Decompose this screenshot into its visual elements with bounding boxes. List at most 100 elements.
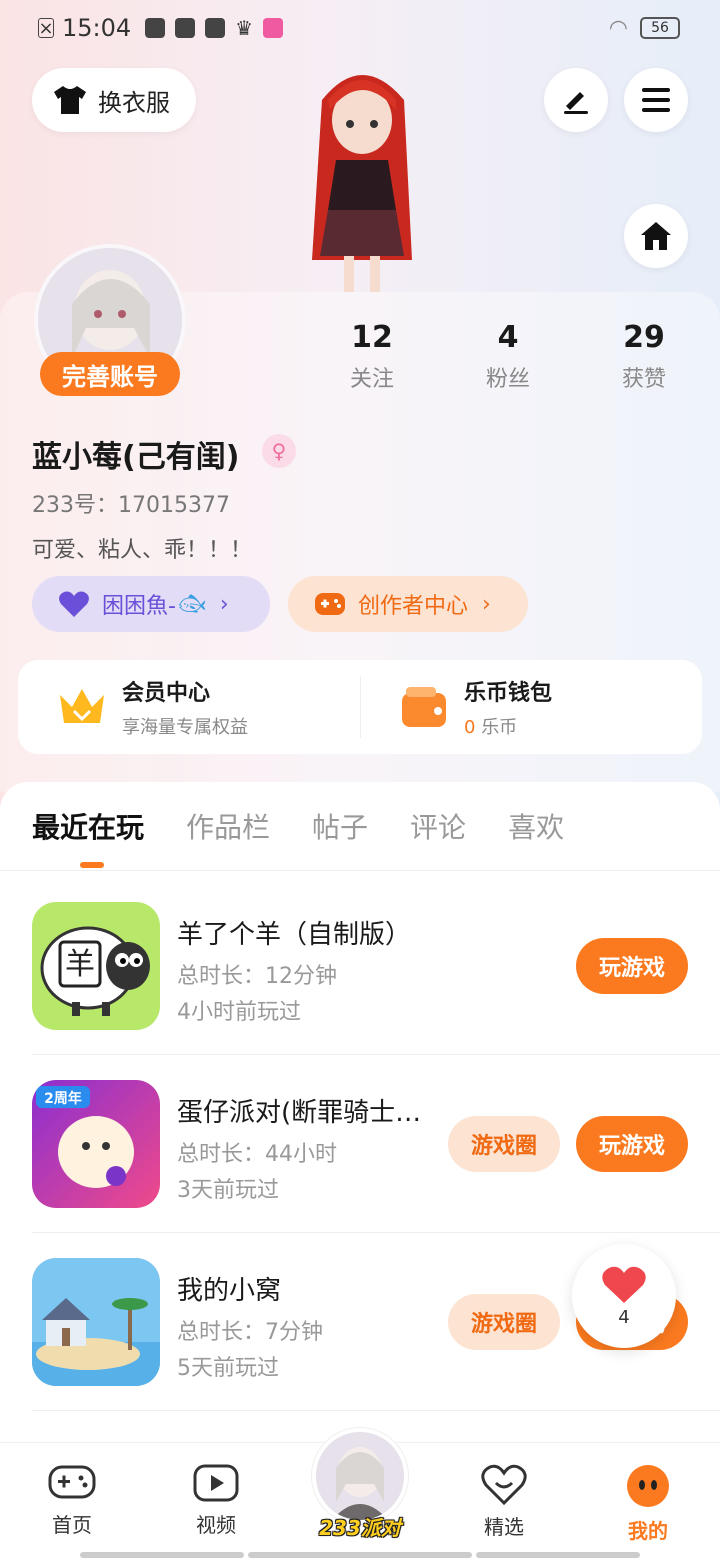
guild-pill-button[interactable]: 困困魚- 🐟︎ › [32, 576, 270, 632]
status-time: 15:04 [62, 14, 132, 42]
wallet-entry[interactable]: 乐币钱包 0 乐币 [360, 660, 702, 754]
house-icon [641, 222, 671, 250]
gamepad-icon [315, 593, 345, 615]
wallet-balance: 0 乐币 [464, 713, 552, 739]
app-notification-icon [205, 18, 226, 38]
nav-mine[interactable]: 我的 [598, 1463, 698, 1544]
stat-likes-value: 29 [623, 320, 665, 355]
pen-icon [564, 92, 588, 114]
tab-recently-played[interactable]: 最近在玩 [32, 806, 144, 846]
nav-party-avatar[interactable] [312, 1428, 408, 1524]
game-duration: 总时长：7分钟 [177, 1320, 323, 1345]
stat-likes[interactable]: 29 获赞 [584, 320, 704, 393]
nav-featured[interactable]: 精选 [454, 1463, 554, 1540]
shirt-icon [54, 86, 86, 114]
game-row[interactable]: 2周年 蛋仔派对(断罪骑士联动) 总时长：44小时 3天前玩过 游戏圈 玩游戏 [32, 1080, 720, 1258]
gesture-bar-segment [476, 1552, 640, 1558]
chevron-right-icon: › [219, 591, 229, 617]
gesture-bar-segment [248, 1552, 472, 1558]
wallet-icon [402, 687, 446, 727]
stat-fans[interactable]: 4 粉丝 [448, 320, 568, 393]
game-icon-my-little-house[interactable] [32, 1258, 160, 1386]
female-gender-icon: ♀ [262, 434, 296, 468]
game-circle-button[interactable]: 游戏圈 [448, 1294, 560, 1350]
gesture-bar-segment [80, 1552, 244, 1558]
game-icon-eggy-party[interactable]: 2周年 [32, 1080, 160, 1208]
heart-tv-icon [481, 1464, 527, 1505]
game-name: 我的小窝 [177, 1276, 282, 1306]
row-divider [32, 1054, 720, 1055]
tab-indicator [80, 862, 104, 868]
stat-following-value: 12 [351, 320, 393, 355]
creator-center-button[interactable]: 创作者中心 › [288, 576, 528, 632]
wallet-amount: 0 [464, 717, 476, 738]
nav-video[interactable]: 视频 [166, 1463, 266, 1538]
game-duration: 总时长：44小时 [177, 1142, 337, 1167]
app-notification-icon [175, 18, 196, 38]
game-last-played: 4小时前玩过 [177, 1000, 301, 1025]
nav-home[interactable]: 首页 [22, 1463, 122, 1538]
game-last-played: 3天前玩过 [177, 1178, 279, 1203]
nav-video-label: 视频 [196, 1513, 236, 1537]
services-card: 会员中心 享海量专属权益 乐币钱包 0 乐币 [18, 660, 702, 754]
floating-like-button[interactable]: 4 [572, 1244, 676, 1348]
battery-icon: 56 [640, 17, 680, 39]
stat-fans-label: 粉丝 [485, 367, 530, 392]
nav-mine-label: 我的 [628, 1519, 668, 1543]
content-tabs: 最近在玩 作品栏 帖子 评论 喜欢 [32, 806, 606, 846]
crown-notification-icon: ♛ [235, 16, 254, 40]
game-name: 蛋仔派对(断罪骑士联动) [177, 1098, 427, 1128]
stat-fans-value: 4 [497, 320, 519, 355]
avatar-character[interactable] [292, 60, 432, 292]
heart-icon [59, 591, 89, 617]
home-button[interactable] [624, 204, 688, 268]
change-outfit-label: 换衣服 [98, 88, 170, 117]
game-row[interactable]: 羊 羊了个羊（自制版） 总时长：12分钟 4小时前玩过 玩游戏 [32, 902, 720, 1080]
chevron-right-icon: › [482, 591, 491, 617]
stat-following-label: 关注 [349, 367, 394, 392]
battery-level: 56 [651, 20, 669, 36]
svg-text:羊: 羊 [65, 947, 95, 982]
row-divider [32, 1232, 720, 1233]
play-game-button[interactable]: 玩游戏 [576, 938, 688, 994]
game-circle-button[interactable]: 游戏圈 [448, 1116, 560, 1172]
user-bio: 可爱、粘人、乖！！！ [32, 538, 253, 563]
tab-comments[interactable]: 评论 [410, 806, 466, 846]
heart-icon [602, 1266, 646, 1303]
row-divider [32, 1410, 720, 1411]
nav-home-label: 首页 [52, 1513, 92, 1537]
change-outfit-button[interactable]: 换衣服 [32, 68, 196, 132]
status-bar: × 15:04 ♛ ◠ 56 [0, 0, 720, 56]
profile-face-icon [627, 1465, 669, 1507]
edit-profile-button[interactable] [544, 68, 608, 132]
member-center-entry[interactable]: 会员中心 享海量专属权益 [18, 660, 360, 754]
tab-likes[interactable]: 喜欢 [508, 806, 564, 846]
crown-icon [60, 689, 104, 723]
tabs-divider [0, 870, 720, 871]
video-notification-icon [145, 18, 166, 38]
play-game-button[interactable]: 玩游戏 [576, 1116, 688, 1172]
user-id: 233号：17015377 [32, 493, 230, 518]
stat-likes-label: 获赞 [621, 367, 666, 392]
username: 蓝小莓(己有闺) [32, 440, 240, 475]
stat-following[interactable]: 12 关注 [312, 320, 432, 393]
tab-works[interactable]: 作品栏 [186, 806, 270, 846]
fish-icon: 🐟︎ [177, 591, 206, 617]
creator-center-label: 创作者中心 [358, 594, 469, 619]
party-avatar-image [316, 1432, 404, 1520]
game-last-played: 5天前玩过 [177, 1356, 279, 1381]
sim-icon: × [38, 17, 54, 39]
tab-posts[interactable]: 帖子 [312, 806, 368, 846]
gamepad-icon [48, 1465, 96, 1499]
game-name: 羊了个羊（自制版） [177, 920, 412, 950]
complete-account-button[interactable]: 完善账号 [40, 352, 180, 396]
member-center-title: 会员中心 [122, 681, 211, 706]
menu-button[interactable] [624, 68, 688, 132]
guild-pill-label: 困困魚- [102, 594, 176, 619]
wallet-unit: 乐币 [481, 717, 518, 738]
nav-party-label[interactable]: 233派对 [306, 1512, 414, 1541]
wallet-title: 乐币钱包 [464, 681, 553, 706]
lala-notification-icon [263, 18, 284, 38]
like-count: 4 [618, 1306, 630, 1328]
game-icon-sheep[interactable]: 羊 [32, 902, 160, 1030]
